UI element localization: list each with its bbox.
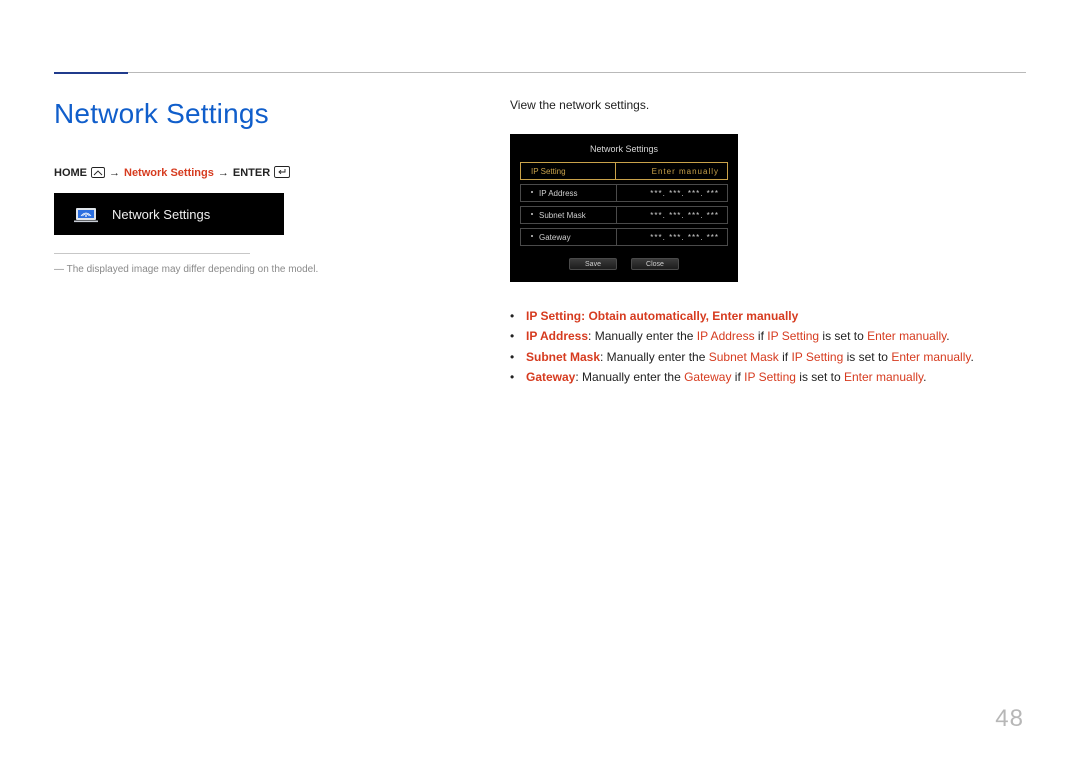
breadcrumb-home: HOME — [54, 167, 87, 179]
osd-row-ipaddress: IP Address ***. ***. ***. *** — [520, 184, 728, 202]
model-note: ― The displayed image may differ dependi… — [54, 264, 334, 275]
osd-row-value: ***. ***. ***. *** — [616, 184, 728, 202]
section-description: View the network settings. — [510, 98, 1026, 112]
top-rule-accent — [54, 72, 128, 74]
osd-preview: Network Settings IP Setting Enter manual… — [510, 134, 738, 282]
breadcrumb-enter: ENTER — [233, 167, 270, 179]
content-area: Network Settings HOME → Network Settings… — [54, 98, 1026, 703]
left-column: Network Settings HOME → Network Settings… — [54, 98, 334, 703]
osd-row-label: IP Setting — [520, 162, 616, 180]
osd-save-button: Save — [569, 258, 617, 270]
bullet-ipsetting: IP Setting: Obtain automatically, Enter … — [510, 306, 1026, 326]
osd-row-gateway: Gateway ***. ***. ***. *** — [520, 228, 728, 246]
menu-tile-label: Network Settings — [112, 207, 210, 222]
top-rule — [54, 72, 1026, 73]
right-column: View the network settings. Network Setti… — [510, 98, 1026, 703]
page-root: Network Settings HOME → Network Settings… — [0, 0, 1080, 763]
osd-row-label: Subnet Mask — [520, 206, 616, 224]
osd-row-subnet: Subnet Mask ***. ***. ***. *** — [520, 206, 728, 224]
enter-icon — [274, 166, 290, 179]
osd-row-value: Enter manually — [616, 162, 728, 180]
page-title: Network Settings — [54, 98, 334, 130]
osd-row-ipsetting: IP Setting Enter manually — [520, 162, 728, 180]
osd-buttons: Save Close — [520, 258, 728, 270]
bullet-list: IP Setting: Obtain automatically, Enter … — [510, 306, 1026, 388]
home-icon — [91, 167, 105, 179]
note-rule — [54, 253, 250, 254]
breadcrumb-arrow-2: → — [218, 167, 229, 179]
bullet-subnet: Subnet Mask: Manually enter the Subnet M… — [510, 347, 1026, 367]
osd-row-label: Gateway — [520, 228, 616, 246]
page-number: 48 — [995, 705, 1024, 733]
breadcrumb-middle: Network Settings — [124, 167, 214, 179]
bullet-ipaddress: IP Address: Manually enter the IP Addres… — [510, 326, 1026, 346]
osd-row-value: ***. ***. ***. *** — [616, 228, 728, 246]
bullet-gateway: Gateway: Manually enter the Gateway if I… — [510, 367, 1026, 387]
breadcrumb: HOME → Network Settings → ENTER — [54, 166, 334, 179]
network-tile-icon — [74, 204, 98, 224]
osd-row-label: IP Address — [520, 184, 616, 202]
osd-close-button: Close — [631, 258, 679, 270]
menu-tile: Network Settings — [54, 193, 284, 235]
osd-row-value: ***. ***. ***. *** — [616, 206, 728, 224]
osd-title: Network Settings — [520, 144, 728, 154]
breadcrumb-arrow-1: → — [109, 167, 120, 179]
